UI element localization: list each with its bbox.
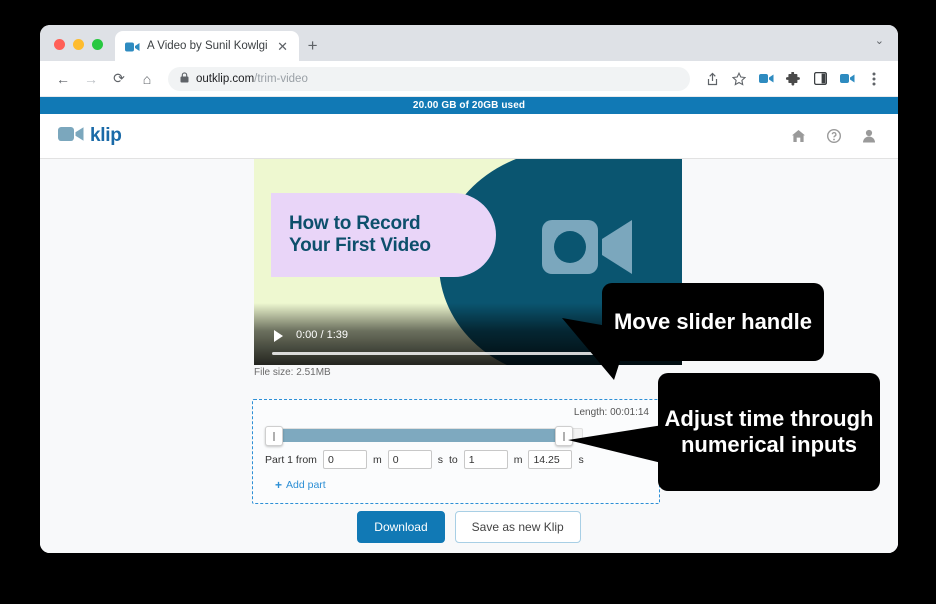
chevron-down-icon[interactable]: ⌄ [875,34,884,47]
video-camera-icon [542,214,634,285]
clip-length-label: Length: 00:01:14 [573,407,649,418]
new-tab-button[interactable]: + [299,31,327,61]
unit-minutes-label-end: m [513,453,523,466]
play-icon[interactable] [274,330,283,342]
end-minutes-input[interactable] [463,450,508,469]
callout-adjust-time: Adjust time through numerical inputs [658,373,880,491]
side-panel-icon[interactable] [808,67,832,91]
window-traffic-lights [40,39,115,61]
thumbnail-title-pill: How to Record Your First Video [271,193,496,277]
kebab-menu-icon[interactable] [862,67,886,91]
header-icon-group [791,129,876,143]
unit-minutes-label-start: m [372,453,382,466]
start-minutes-input[interactable] [322,450,367,469]
bookmark-star-icon[interactable] [727,67,751,91]
add-part-button[interactable]: + Add part [275,478,326,492]
close-window-button[interactable] [54,39,65,50]
to-label: to [448,453,458,466]
brand-name: klip [90,125,122,146]
brand-logo[interactable]: klip [58,125,122,148]
home-button[interactable]: ⌂ [134,66,160,92]
close-icon[interactable]: ✕ [275,40,291,53]
toolbar-icon-group [700,67,886,91]
trim-slider-range [275,429,565,442]
site-header: klip [40,114,898,159]
reload-button[interactable]: ⟳ [106,66,132,92]
browser-toolbar: ← → ⟳ ⌂ outklip.com/trim-video [40,61,898,97]
minimize-window-button[interactable] [73,39,84,50]
trim-slider-handle-start[interactable] [265,426,283,446]
address-bar[interactable]: outklip.com/trim-video [168,66,690,91]
screen-recorder-icon[interactable] [835,67,859,91]
unit-seconds-label-start: s [437,453,443,466]
trim-part-row: Part 1 from m s to m s [265,450,584,469]
lock-icon [180,70,189,88]
forward-button[interactable]: → [78,66,104,92]
user-account-icon[interactable] [862,129,876,143]
browser-tab-strip: A Video by Sunil Kowlgi ✕ + ⌄ [40,25,898,61]
thumbnail-title: How to Record Your First Video [289,212,431,256]
add-part-label: Add part [286,479,326,491]
url-path: /trim-video [254,72,308,85]
video-time-display: 0:00 / 1:39 [296,329,348,341]
video-camera-icon [125,40,140,52]
browser-tab[interactable]: A Video by Sunil Kowlgi ✕ [115,31,299,61]
file-size-label: File size: 2.51MB [254,367,331,378]
share-icon[interactable] [700,67,724,91]
trim-slider[interactable] [265,426,583,446]
video-camera-icon [58,125,84,148]
video-extension-icon[interactable] [754,67,778,91]
back-button[interactable]: ← [50,66,76,92]
url-domain: outklip.com [196,72,255,85]
address-bar-url: outklip.com/trim-video [196,73,308,85]
browser-tab-title: A Video by Sunil Kowlgi [147,40,268,52]
maximize-window-button[interactable] [92,39,103,50]
home-icon[interactable] [791,129,806,143]
start-seconds-input[interactable] [387,450,432,469]
puzzle-extension-icon[interactable] [781,67,805,91]
save-as-new-klip-button[interactable]: Save as new Klip [454,511,581,543]
part-label: Part 1 from [265,453,317,466]
plus-icon: + [275,478,283,492]
callout-move-slider: Move slider handle [602,283,824,361]
download-button[interactable]: Download [357,511,445,543]
action-button-group: Download Save as new Klip [40,511,898,543]
storage-usage-banner: 20.00 GB of 20GB used [40,97,898,114]
help-icon[interactable] [827,129,841,143]
